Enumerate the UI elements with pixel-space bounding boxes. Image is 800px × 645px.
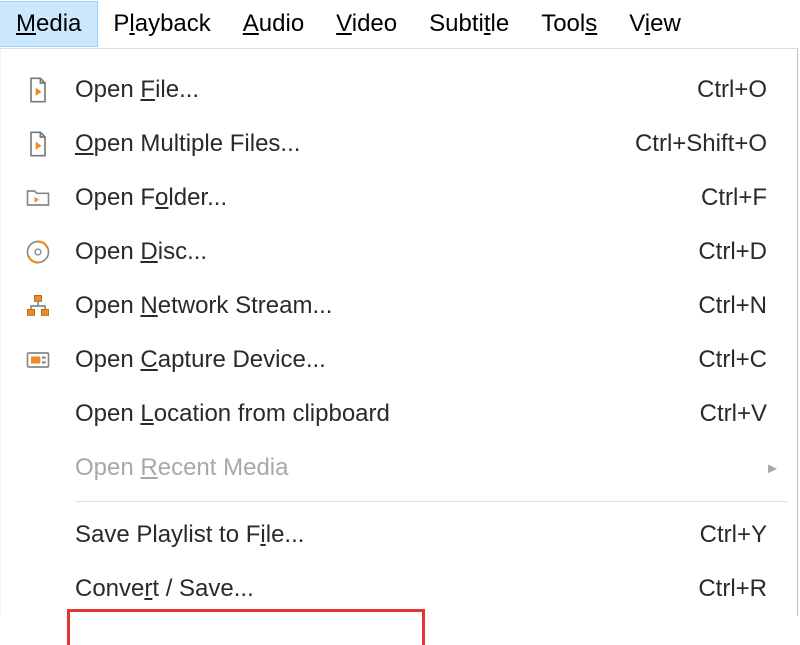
mnemonic-post: ayback [135, 10, 211, 37]
menu-item-open-multiple-files[interactable]: Open Multiple Files... Ctrl+Shift+O [1, 117, 797, 171]
mnemonic-char: M [16, 10, 36, 37]
media-menu-dropdown: Open File... Ctrl+O Open Multiple Files.… [0, 48, 798, 616]
mnemonic-post: ew [650, 10, 681, 37]
mnemonic-post: udio [259, 10, 304, 37]
mnemonic-pre: V [629, 10, 645, 37]
mnemonic-char: s [585, 10, 597, 37]
menu-item-open-recent-media[interactable]: Open Recent Media ▸ [1, 441, 797, 495]
menu-item-shortcut: Ctrl+N [567, 292, 767, 320]
menu-item-open-disc[interactable]: Open Disc... Ctrl+D [1, 225, 797, 279]
menu-item-open-capture-device[interactable]: Open Capture Device... Ctrl+C [1, 333, 797, 387]
capture-device-icon [1, 346, 75, 374]
menubar-item-media[interactable]: Media [0, 2, 97, 46]
menu-item-shortcut: Ctrl+R [567, 575, 767, 603]
network-icon [1, 292, 75, 320]
menubar-item-view[interactable]: View [613, 2, 685, 46]
mnemonic-char: V [336, 10, 352, 37]
mnemonic-char: A [243, 10, 259, 37]
menubar-item-audio[interactable]: Audio [227, 2, 320, 46]
menubar-item-playback[interactable]: Playback [97, 2, 226, 46]
menubar: Media Playback Audio Video Subtitle Tool… [0, 0, 800, 48]
menu-item-label: Save Playlist to File... [75, 521, 567, 549]
menubar-item-video[interactable]: Video [320, 2, 413, 46]
menu-item-label: Open Location from clipboard [75, 400, 567, 428]
submenu-arrow-icon: ▸ [768, 458, 777, 479]
mnemonic-post: ideo [352, 10, 397, 37]
menu-item-label: Open Capture Device... [75, 346, 567, 374]
menubar-item-subtitle[interactable]: Subtitle [413, 2, 525, 46]
menu-item-shortcut: Ctrl+C [567, 346, 767, 374]
menu-item-shortcut: Ctrl+Shift+O [567, 130, 767, 158]
menu-item-shortcut: Ctrl+D [567, 238, 767, 266]
menu-item-open-location-clipboard[interactable]: Open Location from clipboard Ctrl+V [1, 387, 797, 441]
menu-item-shortcut: Ctrl+O [567, 76, 767, 104]
folder-play-icon [1, 184, 75, 212]
menu-item-label: Open Network Stream... [75, 292, 567, 320]
menu-item-label: Convert / Save... [75, 575, 567, 603]
mnemonic-pre: Subti [429, 10, 484, 37]
mnemonic-pre: Tool [541, 10, 585, 37]
menu-item-open-folder[interactable]: Open Folder... Ctrl+F [1, 171, 797, 225]
disc-icon [1, 238, 75, 266]
menu-item-open-network-stream[interactable]: Open Network Stream... Ctrl+N [1, 279, 797, 333]
mnemonic-pre: P [113, 10, 129, 37]
menu-separator [75, 501, 787, 502]
menu-item-label: Open Disc... [75, 238, 567, 266]
menu-item-save-playlist[interactable]: Save Playlist to File... Ctrl+Y [1, 508, 797, 562]
file-play-icon [1, 130, 75, 158]
menu-item-shortcut: Ctrl+V [567, 400, 767, 428]
menubar-item-tools[interactable]: Tools [525, 2, 613, 46]
mnemonic-char: t [484, 10, 491, 37]
menu-item-label: Open Folder... [75, 184, 567, 212]
file-play-icon [1, 76, 75, 104]
menu-item-label: Open Multiple Files... [75, 130, 567, 158]
menu-item-shortcut: Ctrl+F [567, 184, 767, 212]
menu-item-shortcut: Ctrl+Y [567, 521, 767, 549]
menu-item-convert-save[interactable]: Convert / Save... Ctrl+R [1, 562, 797, 616]
mnemonic-post: edia [36, 10, 81, 37]
mnemonic-post: le [491, 10, 510, 37]
menu-item-open-file[interactable]: Open File... Ctrl+O [1, 63, 797, 117]
menu-item-label: Open Recent Media [75, 454, 767, 482]
menu-item-label: Open File... [75, 76, 567, 104]
